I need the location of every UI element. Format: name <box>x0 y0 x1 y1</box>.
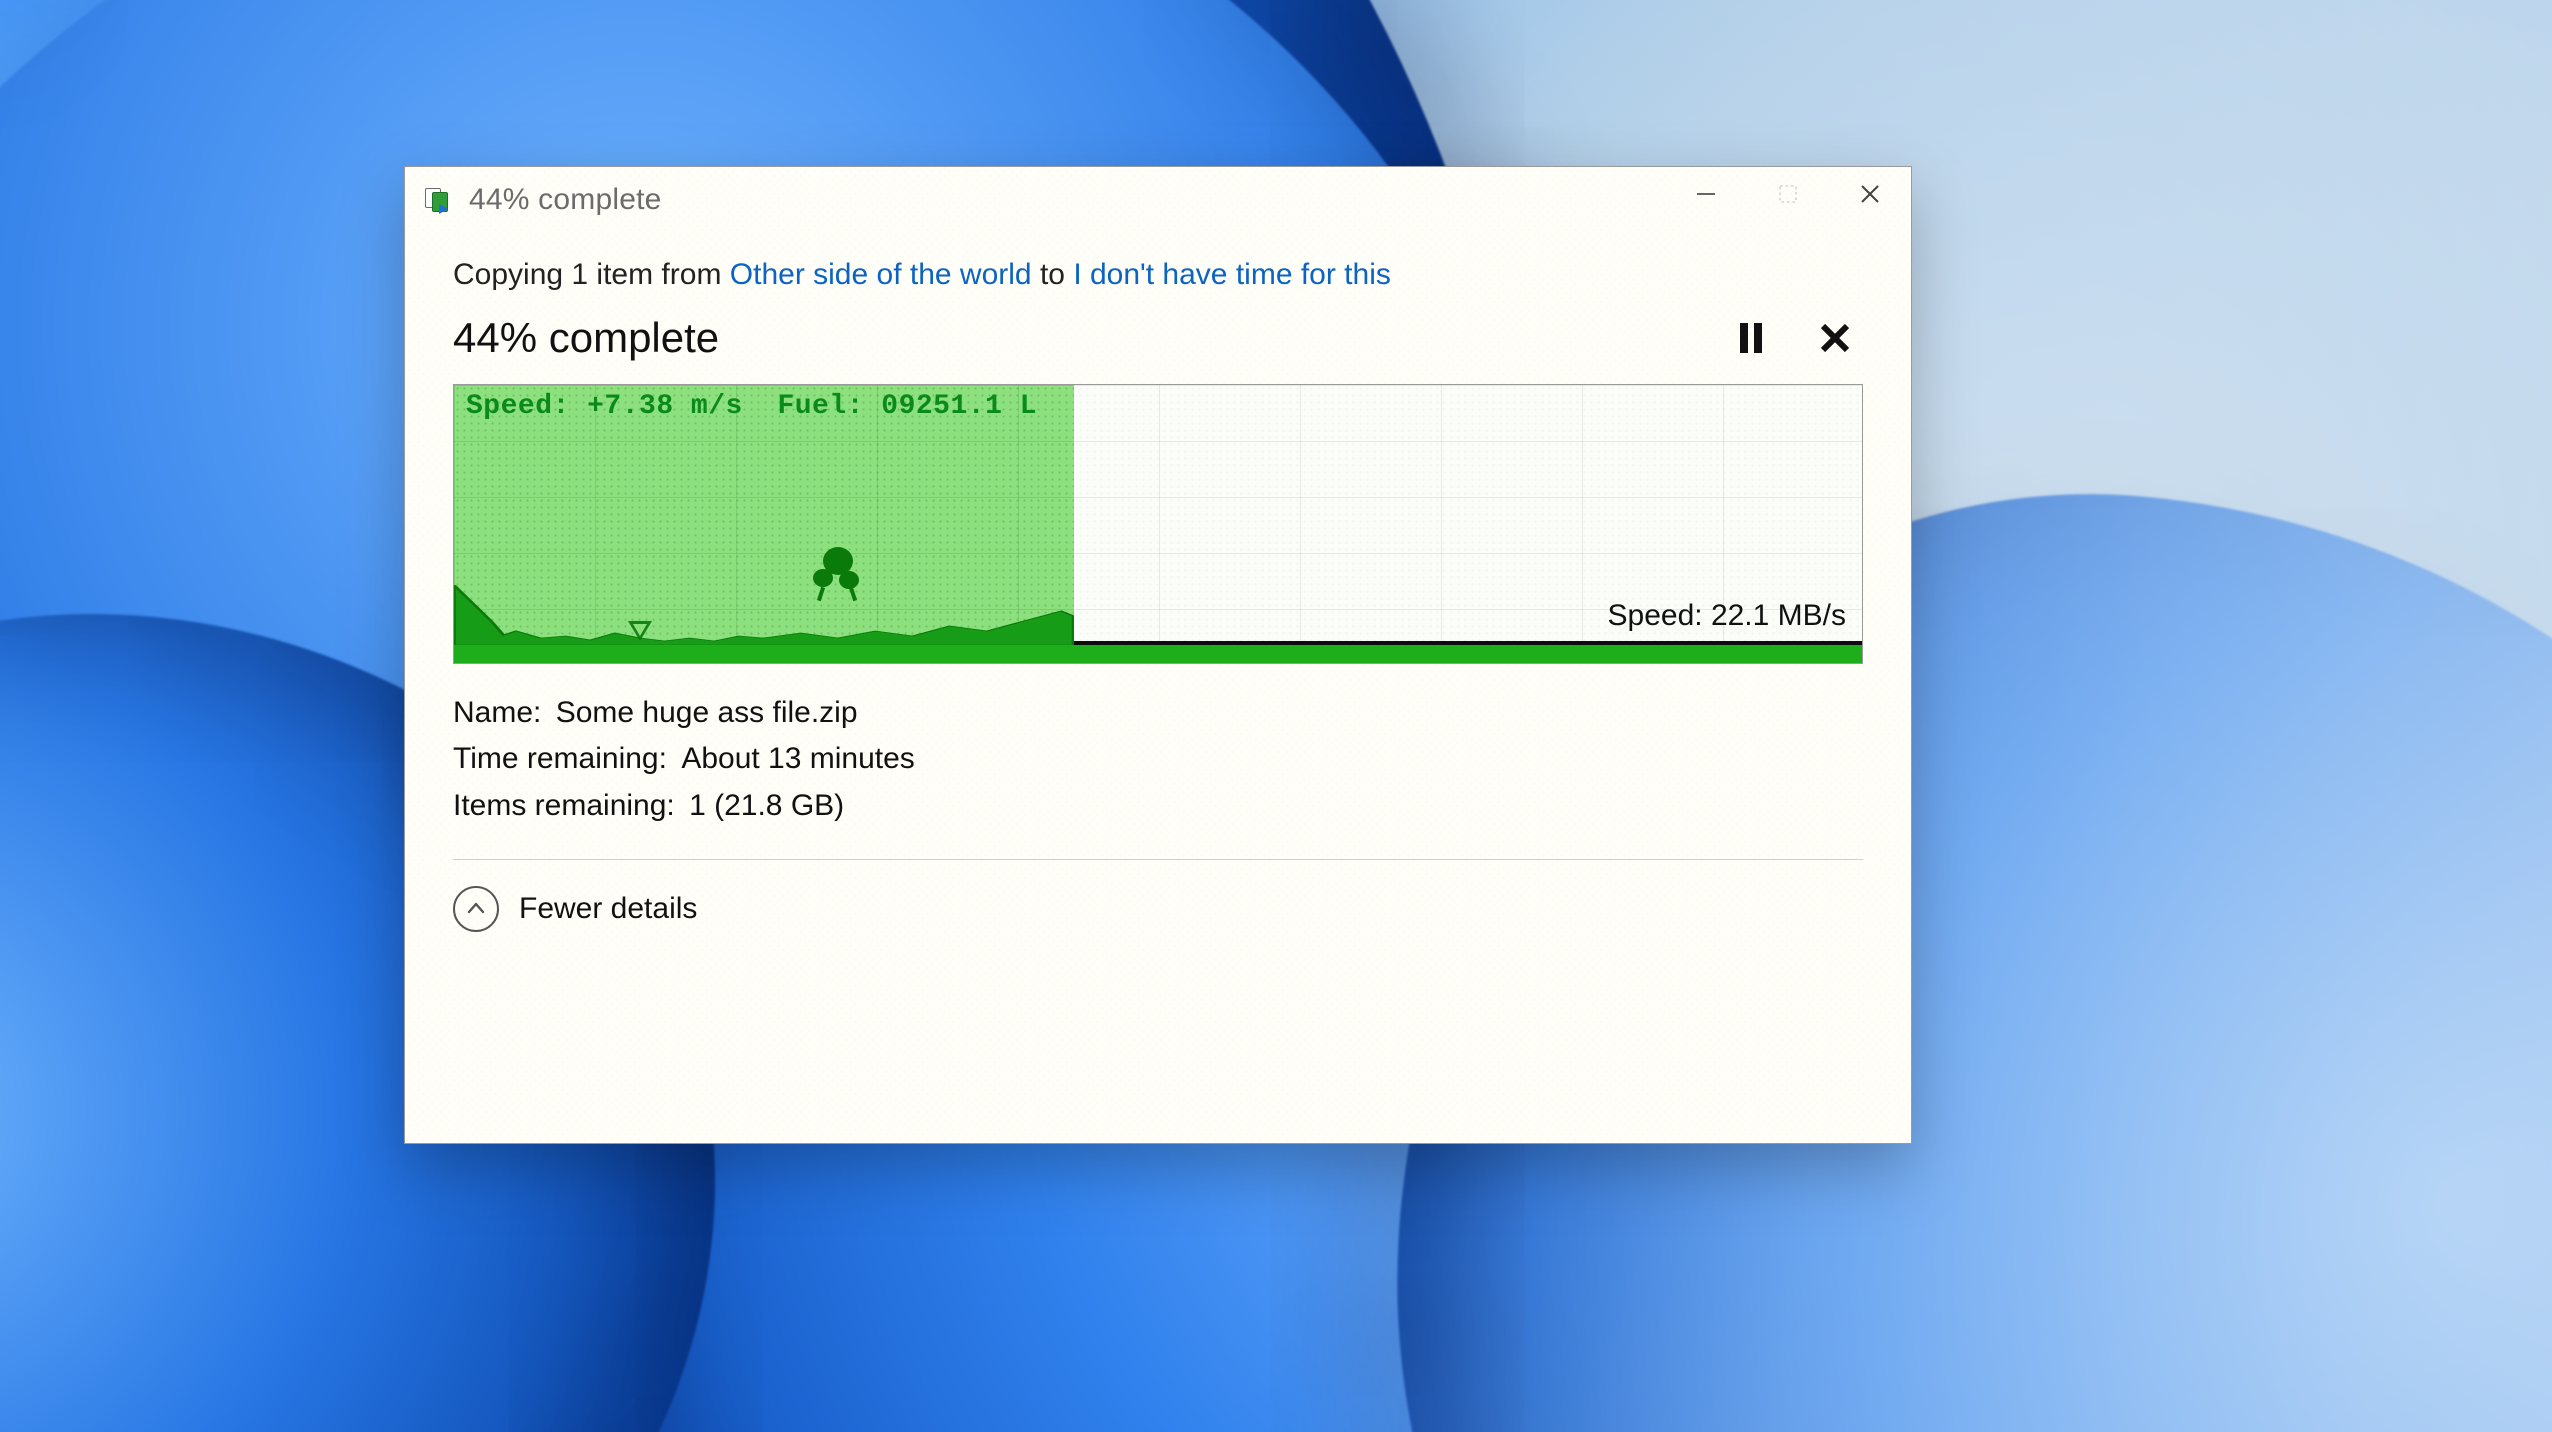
close-button[interactable] <box>1829 169 1911 219</box>
window-title: 44% complete <box>469 183 662 217</box>
time-remaining-label: Time remaining: <box>453 742 667 775</box>
copy-description: Copying 1 item from Other side of the wo… <box>453 255 1863 296</box>
items-remaining-value: 1 (21.8 GB) <box>689 789 844 822</box>
fewer-details-label[interactable]: Fewer details <box>519 892 697 926</box>
graph-lander-icon <box>813 547 861 599</box>
graph-overlay-text: Speed: +7.38 m/s Fuel: 09251.1 L <box>466 391 1037 422</box>
window-controls <box>1665 167 1911 233</box>
copy-progress-dialog: 44% complete Copying 1 item from Other s… <box>404 166 1912 1144</box>
transfer-details: Name: Some huge ass file.zip Time remain… <box>453 690 1863 830</box>
time-remaining-value: About 13 minutes <box>681 742 914 775</box>
copy-icon <box>425 188 455 212</box>
minimize-button[interactable] <box>1665 169 1747 219</box>
chevron-up-icon <box>465 898 487 920</box>
name-value: Some huge ass file.zip <box>556 696 858 729</box>
copy-mid: to <box>1032 258 1074 291</box>
copy-prefix: Copying 1 item from <box>453 258 730 291</box>
speed-value: 22.1 MB/s <box>1711 599 1846 632</box>
cancel-button[interactable] <box>1807 310 1863 366</box>
graph-sparkline <box>454 525 1074 645</box>
titlebar[interactable]: 44% complete <box>405 167 1911 233</box>
speed-prefix: Speed: <box>1608 599 1711 632</box>
fewer-details-toggle[interactable] <box>453 886 499 932</box>
speed-graph: Speed: +7.38 m/s Fuel: 09251.1 L Speed: … <box>453 384 1863 664</box>
maximize-button[interactable] <box>1747 169 1829 219</box>
percent-complete-label: 44% complete <box>453 314 1695 362</box>
graph-marker-icon <box>628 621 652 641</box>
items-remaining-label: Items remaining: <box>453 789 675 822</box>
dialog-footer: Fewer details <box>453 859 1863 962</box>
pause-button[interactable] <box>1723 310 1779 366</box>
name-label: Name: <box>453 696 541 729</box>
destination-link[interactable]: I don't have time for this <box>1073 258 1391 291</box>
source-link[interactable]: Other side of the world <box>730 258 1032 291</box>
graph-speed-readout: Speed: 22.1 MB/s <box>1608 599 1846 633</box>
